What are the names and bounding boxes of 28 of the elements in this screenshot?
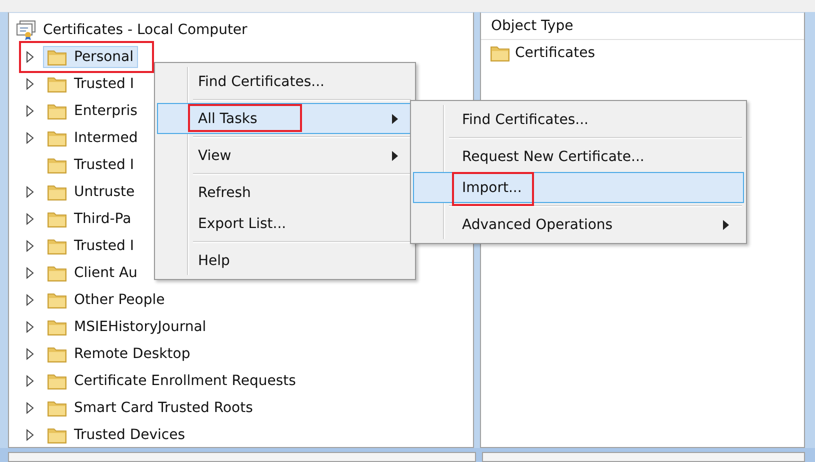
menu-item[interactable]: All Tasks [157, 103, 413, 134]
tree-item[interactable]: Client Au [43, 262, 142, 284]
tree-root-label[interactable]: Certificates - Local Computer [43, 22, 248, 38]
tree-item[interactable]: Third-Pa [43, 208, 136, 230]
menu-item[interactable]: Request New Certificate... [413, 141, 744, 172]
tree-item[interactable]: Smart Card Trusted Roots [43, 396, 257, 418]
tree-item[interactable]: Trusted I [43, 154, 138, 176]
menu-item[interactable]: Export List... [157, 208, 413, 239]
tree-item[interactable]: Untruste [43, 180, 139, 202]
tree-item[interactable]: Personal [43, 46, 138, 68]
tree-item[interactable]: Other People [43, 288, 169, 310]
tree-item[interactable]: Trusted I [43, 234, 138, 256]
tree-item[interactable]: Enterpris [43, 100, 142, 122]
menu-item[interactable]: Find Certificates... [413, 104, 744, 135]
menu-item[interactable]: Help [157, 245, 413, 276]
tree-item[interactable]: Intermed [43, 126, 142, 148]
tree-item[interactable]: Certificate Enrollment Requests [43, 370, 300, 392]
menu-item[interactable]: Refresh [157, 177, 413, 208]
menu-item[interactable]: Find Certificates... [157, 66, 413, 97]
menu-item[interactable]: Advanced Operations [413, 209, 744, 240]
tree-item[interactable]: MSIEHistoryJournal [43, 316, 210, 338]
menu-item[interactable]: Import... [413, 172, 744, 203]
column-header[interactable]: Object Type [491, 18, 574, 34]
tree-item[interactable]: Trusted I [43, 72, 138, 94]
tree-item[interactable]: Trusted Devices [43, 424, 190, 446]
list-item[interactable]: Certificates [481, 40, 804, 62]
tree-item[interactable]: Remote Desktop [43, 342, 194, 364]
menu-item[interactable]: View [157, 140, 413, 171]
